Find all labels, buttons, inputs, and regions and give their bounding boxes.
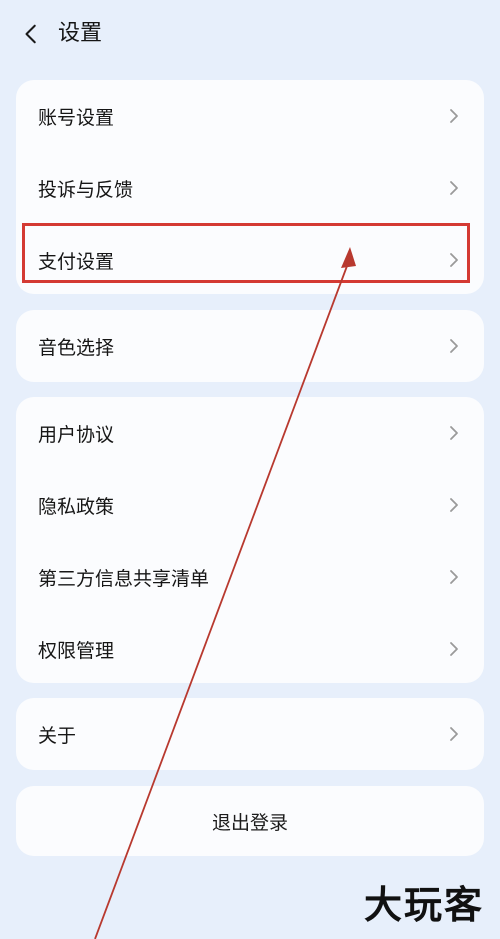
chevron-right-icon <box>446 252 462 268</box>
settings-group-account: 账号设置 投诉与反馈 支付设置 <box>16 80 484 294</box>
chevron-right-icon <box>446 497 462 513</box>
chevron-right-icon <box>446 425 462 441</box>
row-label: 隐私政策 <box>38 495 115 518</box>
row-label: 投诉与反馈 <box>38 178 134 201</box>
row-label: 支付设置 <box>38 250 115 273</box>
chevron-right-icon <box>446 338 462 354</box>
chevron-right-icon <box>446 180 462 196</box>
chevron-right-icon <box>446 108 462 124</box>
page-header: 设置 <box>0 0 500 68</box>
chevron-right-icon <box>446 641 462 657</box>
chevron-right-icon <box>446 569 462 585</box>
row-payment-settings[interactable]: 支付设置 <box>16 224 484 294</box>
row-privacy-policy[interactable]: 隐私政策 <box>16 469 484 541</box>
logout-button[interactable]: 退出登录 <box>16 786 484 856</box>
row-user-agreement[interactable]: 用户协议 <box>16 397 484 469</box>
row-label: 音色选择 <box>38 336 115 359</box>
row-label: 用户协议 <box>38 423 115 446</box>
watermark-logo: 大玩客 <box>363 883 484 927</box>
row-voice-selection[interactable]: 音色选择 <box>16 310 484 382</box>
page-title: 设置 <box>58 21 103 46</box>
row-account-settings[interactable]: 账号设置 <box>16 80 484 152</box>
settings-group-legal: 用户协议 隐私政策 第三方信息共享清单 权限管理 <box>16 397 484 683</box>
row-label: 第三方信息共享清单 <box>38 567 210 590</box>
row-label: 权限管理 <box>38 639 115 662</box>
back-button[interactable] <box>14 16 50 52</box>
row-permission-management[interactable]: 权限管理 <box>16 613 484 683</box>
row-label: 账号设置 <box>38 106 115 129</box>
row-complaints-feedback[interactable]: 投诉与反馈 <box>16 152 484 224</box>
settings-group-about: 关于 <box>16 698 484 770</box>
row-about[interactable]: 关于 <box>16 698 484 770</box>
logout-label: 退出登录 <box>211 811 288 834</box>
chevron-left-icon <box>25 24 36 44</box>
row-third-party-sharing[interactable]: 第三方信息共享清单 <box>16 541 484 613</box>
row-label: 关于 <box>38 724 77 747</box>
chevron-right-icon <box>446 726 462 742</box>
settings-group-voice: 音色选择 <box>16 310 484 382</box>
